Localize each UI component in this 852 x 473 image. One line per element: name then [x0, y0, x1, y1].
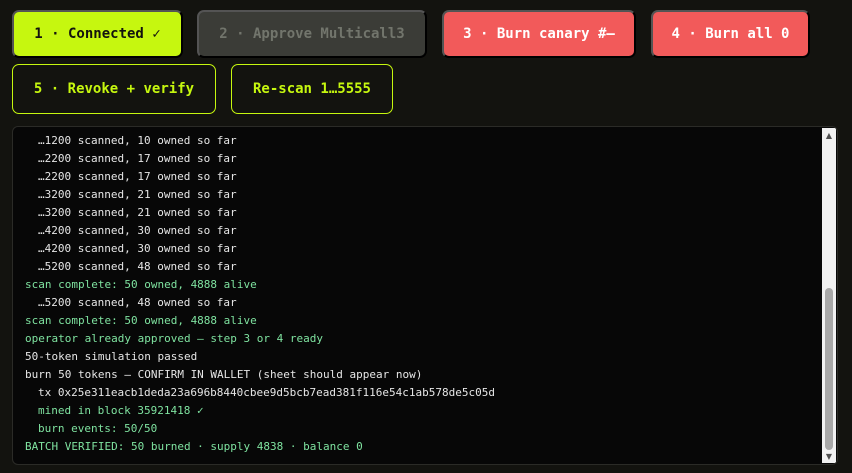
- log-output-panel[interactable]: …1200 scanned, 10 owned so far …2200 scan…: [12, 126, 838, 465]
- log-line: tx 0x25e311eacb1deda23a696b8440cbee9d5bc…: [38, 386, 495, 399]
- log-line: BATCH VERIFIED: 50 burned · supply 4838 …: [25, 440, 363, 453]
- log-line: operator already approved — step 3 or 4 …: [25, 332, 324, 345]
- revoke-verify-button[interactable]: 5 · Revoke + verify: [12, 64, 216, 114]
- log-lines: …1200 scanned, 10 owned so far …2200 scan…: [25, 132, 817, 456]
- log-line: …4200 scanned, 30 owned so far: [38, 224, 237, 237]
- scroll-thumb[interactable]: [825, 288, 833, 450]
- log-line: mined in block 35921418 ✓: [38, 404, 204, 417]
- log-line: burn events: 50/50: [38, 422, 158, 435]
- log-line: …5200 scanned, 48 owned so far: [38, 296, 237, 309]
- burn-all-button[interactable]: 4 · Burn all 0: [651, 10, 810, 58]
- log-line: …4200 scanned, 30 owned so far: [38, 242, 237, 255]
- log-line: …2200 scanned, 17 owned so far: [38, 170, 237, 183]
- log-line: 50-token simulation passed: [25, 350, 198, 363]
- log-line: burn 50 tokens — CONFIRM IN WALLET (shee…: [25, 368, 423, 381]
- log-line: …2200 scanned, 17 owned so far: [38, 152, 237, 165]
- log-line: …3200 scanned, 21 owned so far: [38, 188, 237, 201]
- connected-button[interactable]: 1 · Connected ✓: [12, 10, 183, 58]
- rescan-button[interactable]: Re-scan 1…5555: [231, 64, 393, 114]
- log-line: …3200 scanned, 21 owned so far: [38, 206, 237, 219]
- approve-multicall3-button[interactable]: 2 · Approve Multicall3: [197, 10, 427, 58]
- log-line: scan complete: 50 owned, 4888 alive: [25, 314, 257, 327]
- log-scrollbar[interactable]: ▲ ▼: [822, 128, 836, 463]
- log-line: scan complete: 50 owned, 4888 alive: [25, 278, 257, 291]
- log-line: …5200 scanned, 48 owned so far: [38, 260, 237, 273]
- scroll-down-arrow-icon[interactable]: ▼: [822, 449, 836, 463]
- scroll-up-arrow-icon[interactable]: ▲: [822, 128, 836, 142]
- burn-canary-button[interactable]: 3 · Burn canary #—: [442, 10, 636, 58]
- log-line: …1200 scanned, 10 owned so far: [38, 134, 237, 147]
